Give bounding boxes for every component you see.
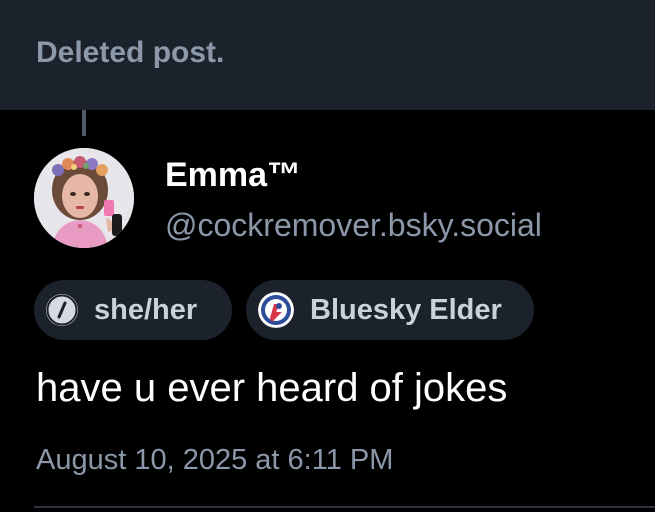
pronouns-badge[interactable]: she/her: [34, 280, 232, 340]
pronouns-label: she/her: [94, 293, 198, 326]
author-handle[interactable]: @cockremover.bsky.social: [165, 207, 542, 244]
slash-icon: [46, 294, 78, 326]
post-body-text: have u ever heard of jokes: [36, 366, 508, 410]
thread-connector-line: [82, 110, 86, 136]
avatar-image: [34, 148, 134, 248]
avatar[interactable]: [34, 148, 134, 248]
bluesky-elder-label: Bluesky Elder: [310, 293, 502, 326]
bluesky-elder-badge-icon: [258, 292, 294, 328]
divider: [34, 506, 655, 508]
post-timestamp[interactable]: August 10, 2025 at 6:11 PM: [36, 444, 393, 477]
author-display-name[interactable]: Emma™: [165, 156, 301, 195]
post-thread-view: Deleted post. Emma™ @cockremover.bsky.so…: [0, 0, 655, 512]
bluesky-elder-badge[interactable]: Bluesky Elder: [246, 280, 534, 340]
deleted-post-label: Deleted post.: [36, 36, 225, 69]
deleted-parent-post[interactable]: Deleted post.: [0, 0, 655, 110]
